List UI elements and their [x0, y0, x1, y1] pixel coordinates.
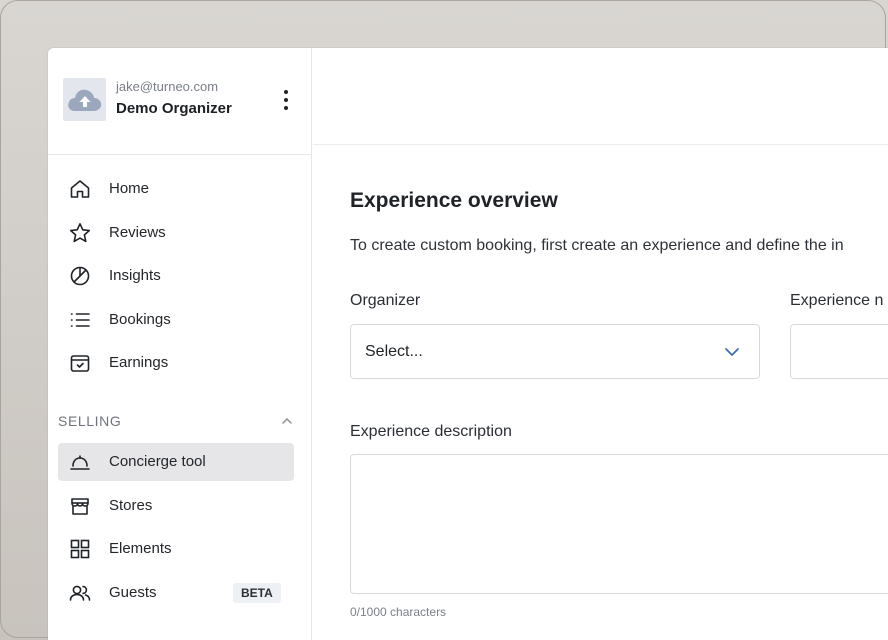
- chevron-up-icon[interactable]: [280, 414, 294, 428]
- page-description: To create custom booking, first create a…: [350, 237, 844, 254]
- top-bar: [313, 48, 888, 145]
- sidebar-item-elements[interactable]: Elements: [58, 530, 294, 568]
- grid-icon: [69, 538, 91, 560]
- sidebar-item-label: Home: [109, 180, 150, 197]
- org-email: jake@turneo.com: [116, 79, 219, 94]
- sidebar-item-bookings[interactable]: Bookings: [58, 301, 294, 339]
- sidebar-item-label: Concierge tool: [109, 453, 206, 470]
- organizer-select[interactable]: Select...: [350, 324, 760, 379]
- sidebar-item-insights[interactable]: Insights: [58, 257, 294, 295]
- bell-service-icon: [69, 451, 91, 473]
- org-switcher[interactable]: jake@turneo.com Demo Organizer: [48, 48, 311, 155]
- page-title: Experience overview: [350, 189, 558, 212]
- wallet-icon: [69, 352, 91, 374]
- character-counter: 0/1000 characters: [350, 605, 447, 619]
- pie-chart-icon: [69, 265, 91, 287]
- selling-nav: Concierge tool Stores Elements Guests BE…: [58, 443, 294, 617]
- experience-name-label: Experience n: [790, 292, 884, 309]
- sidebar-item-label: Insights: [109, 267, 161, 284]
- list-icon: [69, 309, 91, 331]
- main-nav: Home Reviews Insights Bookings Earnings: [58, 170, 294, 388]
- organizer-label: Organizer: [350, 292, 421, 309]
- org-avatar: [63, 78, 106, 121]
- chevron-down-icon: [725, 348, 739, 356]
- sidebar-item-guests[interactable]: Guests BETA: [58, 574, 294, 612]
- sidebar-item-label: Stores: [109, 496, 153, 514]
- app-window: jake@turneo.com Demo Organizer Home Revi…: [48, 48, 888, 640]
- sidebar-item-label: Earnings: [109, 354, 169, 371]
- org-name: Demo Organizer: [116, 100, 232, 117]
- sidebar-item-stores[interactable]: Stores: [58, 487, 294, 525]
- main-content: Experience overview To create custom boo…: [313, 48, 888, 640]
- section-title: SELLING: [58, 413, 122, 429]
- sidebar-item-label: Reviews: [109, 223, 166, 241]
- sidebar-item-home[interactable]: Home: [58, 170, 294, 208]
- home-icon: [69, 178, 91, 200]
- sidebar-item-label: Guests: [109, 583, 157, 601]
- star-icon: [69, 222, 91, 244]
- sidebar-item-label: Elements: [109, 540, 172, 557]
- selling-section-header[interactable]: SELLING: [58, 410, 294, 434]
- experience-description-textarea[interactable]: [350, 454, 888, 594]
- cloud-upload-icon: [67, 89, 101, 111]
- sidebar-item-earnings[interactable]: Earnings: [58, 344, 294, 382]
- experience-name-input[interactable]: [790, 324, 888, 379]
- sidebar-item-concierge-tool[interactable]: Concierge tool: [58, 443, 294, 481]
- experience-description-label: Experience description: [350, 423, 512, 440]
- sidebar: jake@turneo.com Demo Organizer Home Revi…: [48, 48, 312, 640]
- sidebar-item-label: Bookings: [109, 310, 171, 328]
- organizer-select-value: Select...: [365, 343, 423, 360]
- kebab-menu-icon[interactable]: [278, 90, 294, 110]
- sidebar-item-reviews[interactable]: Reviews: [58, 214, 294, 252]
- beta-badge: BETA: [233, 582, 281, 603]
- users-icon: [69, 582, 91, 604]
- store-icon: [69, 495, 91, 517]
